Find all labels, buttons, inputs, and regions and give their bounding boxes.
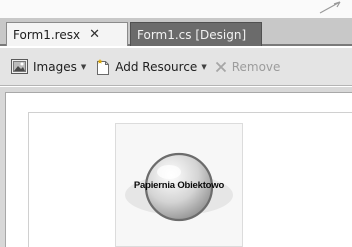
logo-caption: Papiernia Obiektowo [133, 180, 225, 191]
images-label: Images [33, 59, 77, 74]
remove-icon [215, 61, 226, 72]
add-resource-icon [97, 59, 110, 75]
images-icon [11, 59, 28, 74]
add-resource-label: Add Resource [115, 59, 198, 74]
tab-form1-cs-design[interactable]: Form1.cs [Design] [130, 22, 262, 46]
window-top-strip [0, 0, 352, 18]
images-dropdown-button[interactable]: Images ▼ [8, 55, 89, 79]
chevron-down-icon: ▼ [80, 62, 87, 71]
arrow-pointer-icon [319, 1, 341, 14]
close-icon[interactable]: ✕ [89, 27, 100, 42]
add-resource-dropdown-button[interactable]: Add Resource ▼ [93, 55, 209, 79]
resource-toolbar: Images ▼ Add Resource ▼ Remove [0, 48, 352, 86]
remove-label: Remove [231, 59, 281, 74]
tab-form1-resx[interactable]: Form1.resx ✕ [6, 22, 128, 46]
tab-label: Form1.cs [Design] [137, 27, 247, 42]
remove-resource-button[interactable]: Remove [212, 55, 284, 79]
document-tab-bar: Form1.resx ✕ Form1.cs [Design] [0, 18, 352, 46]
tab-label: Form1.resx [13, 27, 81, 42]
chevron-down-icon: ▼ [201, 62, 207, 71]
